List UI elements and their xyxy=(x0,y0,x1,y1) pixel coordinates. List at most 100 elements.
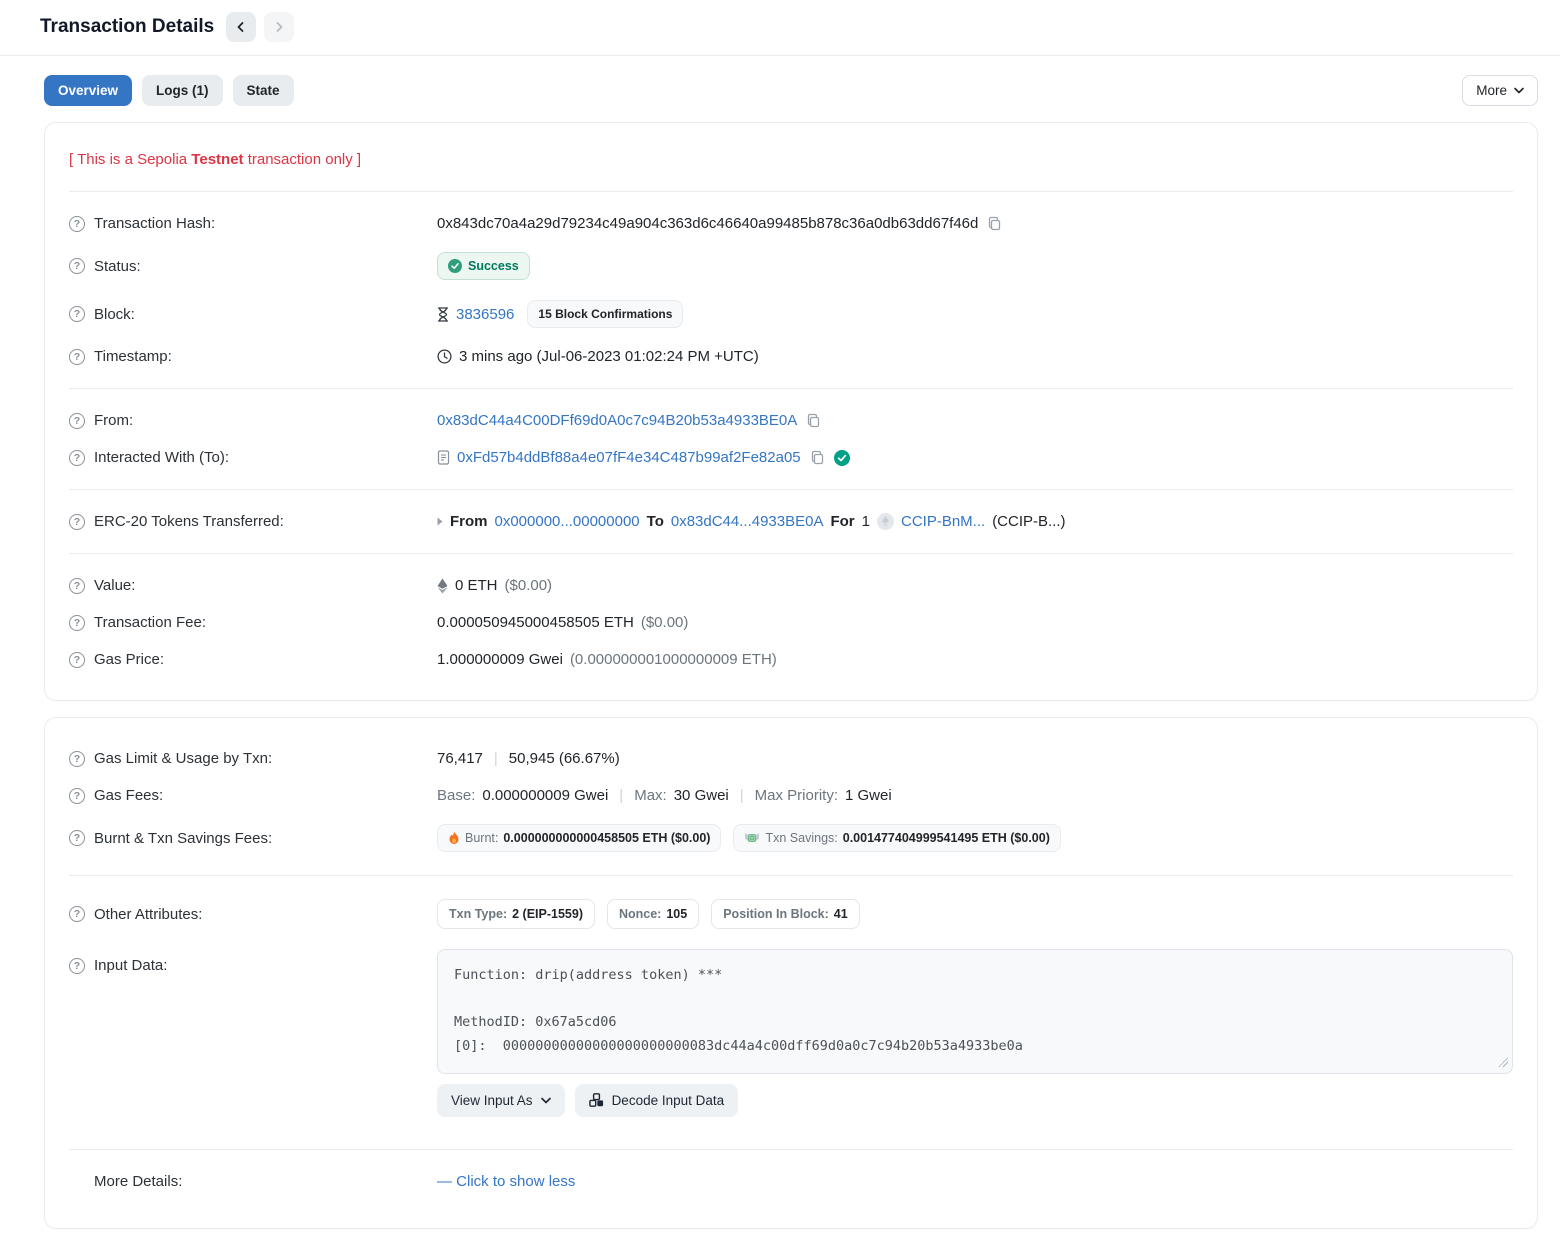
eth-icon xyxy=(437,578,448,594)
view-input-as-label: View Input As xyxy=(451,1093,533,1108)
copy-from-address-button[interactable] xyxy=(804,413,823,428)
more-details-label: More Details: xyxy=(94,1173,182,1190)
tab-logs[interactable]: Logs (1) xyxy=(142,75,223,106)
help-icon[interactable]: ? xyxy=(69,450,85,466)
help-icon[interactable]: ? xyxy=(69,258,85,274)
nonce-badge: Nonce: 105 xyxy=(607,899,699,929)
help-icon[interactable]: ? xyxy=(69,615,85,631)
nonce-value: 105 xyxy=(666,907,687,921)
help-icon[interactable]: ? xyxy=(69,578,85,594)
from-address-link[interactable]: 0x83dC44a4C00DFf69d0A0c7c94B20b53a4933BE… xyxy=(437,412,797,429)
chevron-right-icon xyxy=(273,21,285,33)
view-input-as-button[interactable]: View Input As xyxy=(437,1084,565,1117)
chevron-left-icon xyxy=(235,21,247,33)
input-data-textarea[interactable]: Function: drip(address token) *** Method… xyxy=(437,949,1513,1074)
copy-icon xyxy=(810,450,825,465)
copy-icon xyxy=(806,413,821,428)
to-address-link[interactable]: 0xFd57b4ddBf88a4e07fF4e34C487b99af2Fe82a… xyxy=(457,449,801,466)
value-row: ? Value: 0 ETH ($0.00) xyxy=(69,567,1513,604)
page-title: Transaction Details xyxy=(40,16,214,38)
from-label: From: xyxy=(94,412,133,429)
testnet-notice-prefix: [ This is a Sepolia xyxy=(69,151,191,168)
check-circle-icon xyxy=(448,259,462,273)
burnt-savings-row: ? Burnt & Txn Savings Fees: Burnt: 0.000… xyxy=(69,814,1513,862)
copy-to-address-button[interactable] xyxy=(808,450,827,465)
help-icon[interactable]: ? xyxy=(69,514,85,530)
caret-right-icon[interactable] xyxy=(437,517,443,526)
value-label: Value: xyxy=(94,577,135,594)
gas-limit-value: 76,417 xyxy=(437,750,483,767)
more-dropdown-button[interactable]: More xyxy=(1462,75,1538,106)
help-icon[interactable]: ? xyxy=(69,216,85,232)
tx-hash-value: 0x843dc70a4a29d79234c49a904c363d6c46640a… xyxy=(437,215,978,232)
cubes-icon xyxy=(589,1093,604,1107)
txn-type-badge: Txn Type: 2 (EIP-1559) xyxy=(437,899,595,929)
other-attributes-row: ? Other Attributes: Txn Type: 2 (EIP-155… xyxy=(69,889,1513,939)
testnet-notice-suffix: transaction only ] xyxy=(244,151,362,168)
help-icon[interactable]: ? xyxy=(69,413,85,429)
decode-input-data-button[interactable]: Decode Input Data xyxy=(575,1084,739,1117)
tab-state[interactable]: State xyxy=(233,75,294,106)
status-badge-label: Success xyxy=(468,259,519,273)
tab-overview[interactable]: Overview xyxy=(44,75,132,106)
hourglass-icon xyxy=(437,307,449,322)
input-data-label: Input Data: xyxy=(94,957,167,974)
erc20-from-label: From xyxy=(450,513,488,530)
transaction-fee-amount: 0.000050945000458505 ETH xyxy=(437,614,634,631)
erc20-from-address-link[interactable]: 0x000000...00000000 xyxy=(495,513,640,530)
copy-tx-hash-button[interactable] xyxy=(985,216,1004,231)
block-number-link[interactable]: 3836596 xyxy=(456,306,514,323)
value-usd: ($0.00) xyxy=(505,577,553,594)
help-icon[interactable]: ? xyxy=(69,958,85,974)
erc20-transfers-label: ERC-20 Tokens Transferred: xyxy=(94,513,284,530)
transaction-fee-label: Transaction Fee: xyxy=(94,614,206,631)
burnt-fee-badge: Burnt: 0.000000000000458505 ETH ($0.00) xyxy=(437,824,721,852)
txn-savings-value: 0.001477404999541495 ETH ($0.00) xyxy=(843,831,1050,845)
erc20-token-link[interactable]: CCIP-BnM... xyxy=(901,513,985,530)
testnet-notice: [ This is a Sepolia Testnet transaction … xyxy=(69,145,1513,178)
gas-fees-row: ? Gas Fees: Base: 0.000000009 Gwei | Max… xyxy=(69,777,1513,814)
gas-fees-base-label: Base: xyxy=(437,787,475,804)
help-icon[interactable]: ? xyxy=(69,830,85,846)
from-row: ? From: 0x83dC44a4C00DFf69d0A0c7c94B20b5… xyxy=(69,402,1513,439)
gas-fees-priority-label: Max Priority: xyxy=(755,787,838,804)
tx-nav-buttons xyxy=(226,12,294,42)
next-transaction-button[interactable] xyxy=(264,12,294,42)
tx-hash-row: ? Transaction Hash: 0x843dc70a4a29d79234… xyxy=(69,205,1513,242)
block-label: Block: xyxy=(94,306,135,323)
click-to-show-less-link[interactable]: — Click to show less xyxy=(437,1173,575,1190)
chevron-down-icon xyxy=(1514,87,1524,94)
verified-check-icon xyxy=(834,450,850,466)
txn-savings-badge: Txn Savings: 0.001477404999541495 ETH ($… xyxy=(733,824,1060,852)
erc20-to-address-link[interactable]: 0x83dC44...4933BE0A xyxy=(671,513,824,530)
help-icon[interactable]: ? xyxy=(69,349,85,365)
erc20-token-symbol: (CCIP-B...) xyxy=(992,513,1065,530)
txn-type-value: 2 (EIP-1559) xyxy=(512,907,583,921)
gas-limit-row: ? Gas Limit & Usage by Txn: 76,417 | 50,… xyxy=(69,740,1513,777)
help-icon[interactable]: ? xyxy=(69,751,85,767)
burnt-fee-label: Burnt: xyxy=(465,831,498,845)
help-icon[interactable]: ? xyxy=(69,906,85,922)
gas-price-row: ? Gas Price: 1.000000009 Gwei (0.0000000… xyxy=(69,641,1513,678)
interacted-with-row: ? Interacted With (To): 0xFd57b4ddBf88a4… xyxy=(69,439,1513,476)
clock-icon xyxy=(437,349,452,364)
help-icon[interactable]: ? xyxy=(69,306,85,322)
help-icon[interactable]: ? xyxy=(69,652,85,668)
gas-used-value: 50,945 (66.67%) xyxy=(509,750,620,767)
more-dropdown-label: More xyxy=(1476,83,1507,98)
gas-price-label: Gas Price: xyxy=(94,651,164,668)
details-card: ? Gas Limit & Usage by Txn: 76,417 | 50,… xyxy=(44,717,1538,1229)
position-in-block-label: Position In Block: xyxy=(723,907,829,921)
input-data-row: ? Input Data: Function: drip(address tok… xyxy=(69,939,1513,1127)
txn-savings-label: Txn Savings: xyxy=(765,831,837,845)
timestamp-row: ? Timestamp: 3 mins ago (Jul-06-2023 01:… xyxy=(69,338,1513,375)
resize-handle[interactable] xyxy=(1498,1057,1508,1067)
timestamp-value: 3 mins ago (Jul-06-2023 01:02:24 PM +UTC… xyxy=(459,348,759,365)
burnt-fee-value: 0.000000000000458505 ETH ($0.00) xyxy=(503,831,710,845)
token-icon xyxy=(877,513,894,530)
help-icon[interactable]: ? xyxy=(69,788,85,804)
status-row: ? Status: Success xyxy=(69,242,1513,290)
transaction-fee-row: ? Transaction Fee: 0.000050945000458505 … xyxy=(69,604,1513,641)
previous-transaction-button[interactable] xyxy=(226,12,256,42)
copy-icon xyxy=(987,216,1002,231)
